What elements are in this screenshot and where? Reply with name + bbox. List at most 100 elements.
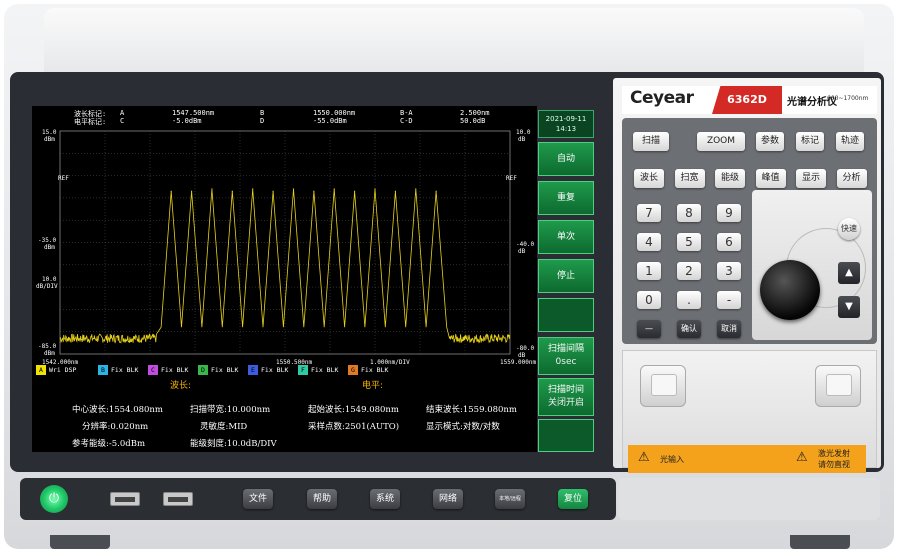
softkey-stop-label: 停止: [556, 270, 575, 281]
network-key[interactable]: 网络: [433, 489, 463, 509]
cancel-key[interactable]: 取消: [717, 320, 741, 338]
softkey-interval-value: 0sec: [555, 357, 577, 367]
optical-input-text: 光输入: [660, 455, 684, 464]
trace-legend-item[interactable]: E Fix BLK: [248, 365, 288, 375]
trace-letter: G: [348, 365, 358, 375]
zoom-key[interactable]: ZOOM: [697, 132, 745, 151]
trace-status: Fix BLK: [211, 366, 239, 374]
brand-logo: Ceyear: [630, 88, 694, 108]
trace-letter: A: [36, 365, 46, 375]
rotary-knob[interactable]: [760, 260, 820, 320]
reset-key[interactable]: 复位: [558, 489, 588, 509]
usb-connector: [115, 497, 135, 502]
trace-letter: D: [198, 365, 208, 375]
param-start: 起始波长:1549.080nm: [308, 405, 399, 415]
numpad-key[interactable]: 5: [677, 233, 701, 251]
marker-b-value: 1550.000nm: [313, 109, 356, 117]
numpad-key[interactable]: 4: [637, 233, 661, 251]
numpad-key[interactable]: 7: [637, 204, 661, 222]
help-key[interactable]: 帮助: [307, 489, 337, 509]
marker-a-label: A: [120, 109, 125, 117]
laser-output-port[interactable]: [815, 365, 861, 407]
softkey-scan-time[interactable]: 扫描时间 关闭开启: [538, 378, 594, 416]
power-button[interactable]: ⏻: [40, 485, 68, 513]
softkey-repeat[interactable]: 重复: [538, 181, 594, 215]
analysis-key[interactable]: 分析: [836, 169, 867, 188]
trace-legend-item[interactable]: G Fix BLK: [348, 365, 388, 375]
trace-legend-item[interactable]: C Fix BLK: [148, 365, 188, 375]
trace-legend-item[interactable]: F Fix BLK: [298, 365, 338, 375]
trace-status: Fix BLK: [161, 366, 189, 374]
y-div-unit: dB/DIV: [36, 283, 58, 290]
usb-port-1[interactable]: [110, 492, 140, 506]
spectrum-plot: 15.0 dBm REF -35.0 dBm 10.0 dB/DIV -85.0…: [36, 129, 537, 366]
spectrum-peak-point: [374, 188, 376, 190]
top-bevel: [44, 8, 864, 76]
usb-port-2[interactable]: [163, 492, 193, 506]
wavelength-key[interactable]: 波长: [634, 169, 664, 188]
spectrum-peak-point: [252, 188, 254, 190]
laser-warning-line1: 激光发射: [818, 449, 850, 458]
softkey-time-value: 关闭开启: [547, 398, 584, 408]
numpad-key[interactable]: 1: [637, 262, 661, 280]
softkey-scan-interval[interactable]: 扫描间隔 0sec: [538, 337, 594, 375]
level-key[interactable]: 能级: [715, 169, 745, 188]
trace-letter: C: [148, 365, 158, 375]
marker-d-label: D: [260, 117, 265, 125]
parameter-table: 中心波长:1554.080nm 扫描带宽:10.000nm 起始波长:1549.…: [36, 393, 536, 451]
y-bottom-unit: dBm: [44, 350, 55, 357]
numpad-key[interactable]: -: [717, 291, 741, 309]
numpad-key[interactable]: 9: [717, 204, 741, 222]
scan-key[interactable]: 扫描: [633, 132, 669, 151]
trace-legend-item[interactable]: A Wri DSP: [36, 365, 76, 375]
param-resolution: 分辨率:0.020nm: [82, 422, 149, 432]
numpad-key[interactable]: 6: [717, 233, 741, 251]
time-text: 14:13: [555, 125, 577, 133]
span-key[interactable]: 扫宽: [674, 169, 705, 188]
numpad-key[interactable]: 0: [637, 291, 661, 309]
y-top-unit: dBm: [44, 136, 55, 143]
trace-legend-item[interactable]: B Fix BLK: [98, 365, 138, 375]
numpad-key[interactable]: 3: [717, 262, 741, 280]
peak-key[interactable]: 峰值: [755, 169, 786, 188]
trace-legend-item[interactable]: D Fix BLK: [198, 365, 238, 375]
fast-key[interactable]: 快速: [838, 218, 860, 240]
spectrum-peak-point: [231, 190, 233, 192]
marker-key[interactable]: 标记: [796, 132, 824, 151]
numpad-key[interactable]: 2: [677, 262, 701, 280]
marker-bar: 波长标记: 电平标记: A 1547.500nm B 1550.000nm B-…: [40, 108, 535, 126]
file-key[interactable]: 文件: [243, 489, 273, 509]
y-mid-unit: dBm: [44, 244, 55, 251]
softkey-blank-1[interactable]: [538, 298, 594, 332]
softkey-blank-2[interactable]: [538, 419, 594, 452]
spectrum-peak-point: [333, 188, 335, 190]
display-key[interactable]: 显示: [796, 169, 826, 188]
param-stop: 结束波长:1559.080nm: [426, 405, 517, 415]
right-top-label: 10.0: [516, 129, 531, 136]
spectrum-peak-point: [313, 190, 315, 192]
minus-key[interactable]: —: [637, 320, 661, 338]
softkey-stop[interactable]: 停止: [538, 259, 594, 293]
marker-c-value: -5.0dBm: [172, 117, 202, 125]
params-key[interactable]: 参数: [756, 132, 784, 151]
trace-status: Fix BLK: [311, 366, 339, 374]
status-header: 波长: 电平:: [36, 377, 536, 391]
ref-left-label: REF: [58, 175, 69, 182]
numpad-key[interactable]: 8: [677, 204, 701, 222]
spectrum-peak-point: [435, 190, 437, 192]
local-remote-key[interactable]: 本地/远程: [495, 489, 525, 509]
down-arrow-key[interactable]: ▼: [838, 296, 860, 318]
softkey-auto[interactable]: 自动: [538, 142, 594, 176]
trace-status: Fix BLK: [261, 366, 289, 374]
enter-key[interactable]: 确认: [677, 320, 701, 338]
trace-legend: A Wri DSP B Fix BLK C Fix BLK D Fix BLK E Fix BLK…: [36, 365, 536, 375]
marker-ba-label: B-A: [400, 109, 413, 117]
trace-key[interactable]: 轨迹: [836, 132, 864, 151]
optical-input-port[interactable]: [640, 365, 686, 407]
marker-b-label: B: [260, 109, 265, 117]
softkey-single[interactable]: 单次: [538, 220, 594, 254]
up-arrow-key[interactable]: ▲: [838, 262, 860, 284]
numpad-key[interactable]: .: [677, 291, 701, 309]
system-key[interactable]: 系统: [370, 489, 400, 509]
softkey-column: 2021-09-11 14:13 自动 重复 单次 停止 扫描间隔 0sec 扫…: [538, 110, 594, 452]
